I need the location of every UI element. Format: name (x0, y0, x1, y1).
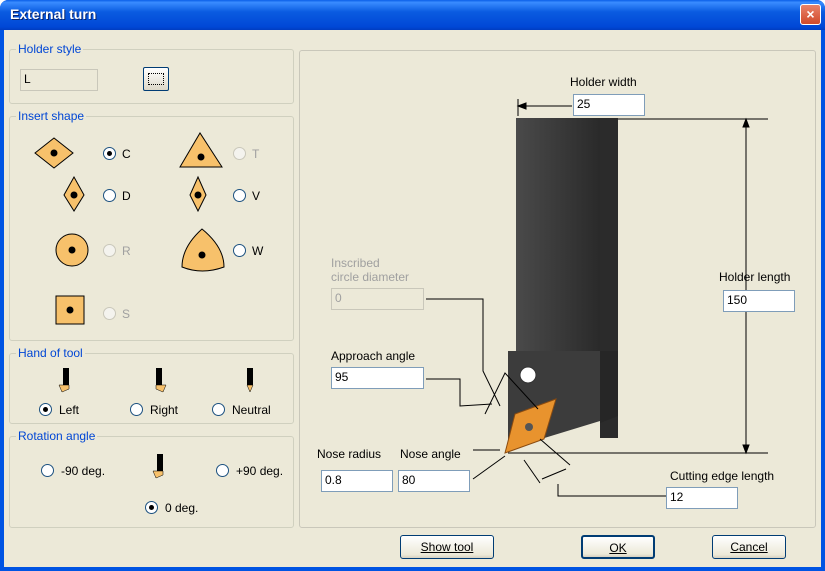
insert-v-hole-icon (194, 191, 202, 199)
hand-right-label[interactable]: Right (150, 403, 178, 417)
close-button[interactable]: × (800, 4, 821, 25)
neutral-tool-icon (246, 368, 254, 393)
insert-s-label[interactable]: S (122, 307, 130, 321)
insert-w-hole-icon (198, 251, 206, 259)
holder-style-field: L (20, 69, 98, 91)
nose-angle-label: Nose angle (400, 447, 461, 461)
hand-of-tool-group: Hand of tool Left Right Neutral (9, 346, 294, 424)
hand-neutral-radio[interactable] (212, 403, 225, 416)
insert-s-hole-icon (66, 306, 74, 314)
holder-width-label: Holder width (570, 75, 637, 89)
insert-d-hole-icon (70, 191, 78, 199)
ok-button-label: OK (609, 541, 627, 555)
holder-style-group: Holder style L (9, 42, 294, 104)
show-tool-button-label: Show tool (420, 540, 474, 554)
rotation-angle-group: Rotation angle -90 deg. +90 deg. 0 deg. (9, 429, 294, 528)
rotation-zero-radio[interactable] (145, 501, 158, 514)
nose-radius-field[interactable]: 0.8 (321, 470, 393, 492)
insert-v-radio[interactable] (233, 189, 246, 202)
rotation-plus90-radio[interactable] (216, 464, 229, 477)
right-hand-tool-icon (155, 368, 167, 393)
insert-s-radio[interactable] (103, 307, 116, 320)
insert-r-label[interactable]: R (122, 244, 131, 258)
cutting-edge-length-label: Cutting edge length (670, 469, 775, 483)
insert-w-radio[interactable] (233, 244, 246, 257)
rotation-minus90-label[interactable]: -90 deg. (61, 464, 105, 478)
insert-t-label[interactable]: T (252, 147, 259, 161)
rotation-zero-label[interactable]: 0 deg. (165, 501, 198, 515)
holder-style-browse-button[interactable] (143, 67, 169, 91)
inscribed-diameter-field: 0 (331, 288, 424, 310)
inscribed-label-2: circle diameter (331, 270, 410, 284)
holder-length-field[interactable]: 150 (723, 290, 795, 312)
insert-d-label[interactable]: D (122, 189, 131, 203)
dialog-client-area: Holder style L Insert shape C T D V R W … (4, 30, 821, 567)
cancel-button[interactable]: Cancel (712, 535, 786, 559)
hand-neutral-label[interactable]: Neutral (232, 403, 271, 417)
cancel-button-label: Cancel (730, 540, 768, 554)
holder-width-field[interactable]: 25 (573, 94, 645, 116)
inscribed-label-1: Inscribed (331, 256, 380, 270)
rotation-icon-wrap (152, 454, 164, 479)
insert-shape-group: Insert shape C T D V R W S (9, 109, 294, 341)
show-tool-button[interactable]: Show tool (400, 535, 494, 559)
dialog-window: External turn × Holder style L Insert sh… (0, 0, 825, 571)
hand-right-radio[interactable] (130, 403, 143, 416)
insert-t-hole-icon (197, 153, 205, 161)
rotation-minus90-radio[interactable] (41, 464, 54, 477)
cutting-edge-length-field[interactable]: 12 (666, 487, 738, 509)
insert-t-icon (179, 132, 223, 168)
rotation-plus90-label[interactable]: +90 deg. (236, 464, 283, 478)
insert-c-label[interactable]: C (122, 147, 131, 161)
rotation-tool-icon (152, 454, 164, 479)
insert-w-icon (181, 228, 225, 272)
hand-left-label[interactable]: Left (59, 403, 79, 417)
hand-left-radio[interactable] (39, 403, 52, 416)
holder-style-title: Holder style (16, 42, 84, 56)
browse-icon (148, 73, 164, 85)
insert-d-radio[interactable] (103, 189, 116, 202)
left-hand-tool-icon (58, 368, 70, 393)
tool-diagram-panel: Holder width 25 Holder length 150 Inscri… (299, 50, 816, 528)
holder-length-label: Holder length (719, 270, 791, 284)
title-bar[interactable]: External turn × (0, 0, 825, 30)
insert-c-hole-icon (50, 149, 58, 157)
nose-angle-field[interactable]: 80 (398, 470, 470, 492)
insert-r-radio[interactable] (103, 244, 116, 257)
insert-c-radio[interactable] (103, 147, 116, 160)
window-title: External turn (10, 6, 97, 22)
nose-radius-label: Nose radius (317, 447, 382, 461)
insert-r-hole-icon (68, 246, 76, 254)
insert-w-label[interactable]: W (252, 244, 263, 258)
approach-angle-label: Approach angle (331, 349, 416, 363)
ok-button[interactable]: OK (581, 535, 655, 559)
approach-angle-field[interactable]: 95 (331, 367, 424, 389)
insert-v-label[interactable]: V (252, 189, 260, 203)
insert-t-radio[interactable] (233, 147, 246, 160)
